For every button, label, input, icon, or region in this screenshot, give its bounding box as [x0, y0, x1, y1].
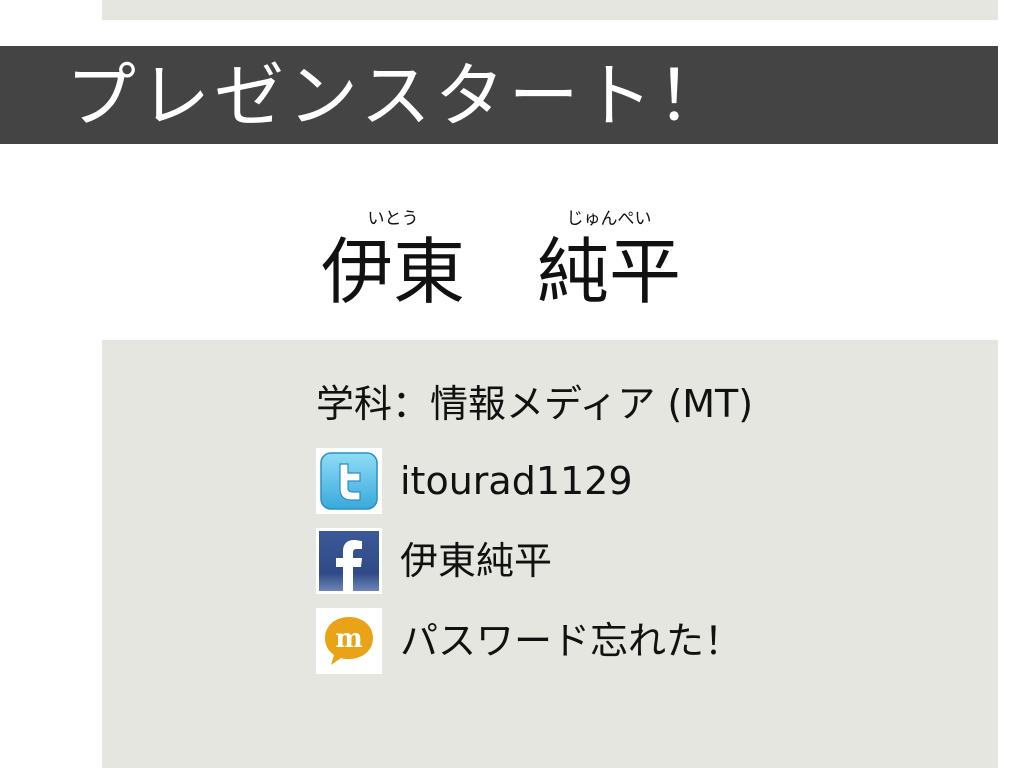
contact-row-twitter: itourad1129 [316, 448, 633, 514]
given-name-block: じゅんぺい 純平 [534, 208, 684, 318]
svg-text:m: m [335, 624, 363, 654]
twitter-icon [316, 448, 382, 514]
twitter-handle: itourad1129 [400, 459, 633, 503]
mixi-icon: m [316, 608, 382, 674]
department-line: 学科：情報メディア (MT) [316, 382, 754, 426]
contact-row-mixi: m パスワード忘れた！ [316, 608, 742, 674]
family-name-ruby: いとう [367, 209, 419, 229]
family-name-block: いとう 伊東 [318, 208, 468, 318]
mixi-status: パスワード忘れた！ [400, 619, 743, 663]
given-name: 純平 [536, 230, 681, 314]
contact-row-facebook: 伊東純平 [316, 528, 552, 594]
facebook-name: 伊東純平 [400, 539, 553, 583]
facebook-icon [316, 528, 382, 594]
slide: プレゼンスタート！ いとう 伊東 じゅんぺい 純平 学科：情報メディア (MT)… [0, 0, 1024, 768]
given-name-ruby: じゅんぺい [566, 209, 652, 229]
family-name: 伊東 [320, 230, 465, 314]
top-panel-strip [102, 0, 998, 20]
slide-title: プレゼンスタート！ [66, 55, 731, 137]
